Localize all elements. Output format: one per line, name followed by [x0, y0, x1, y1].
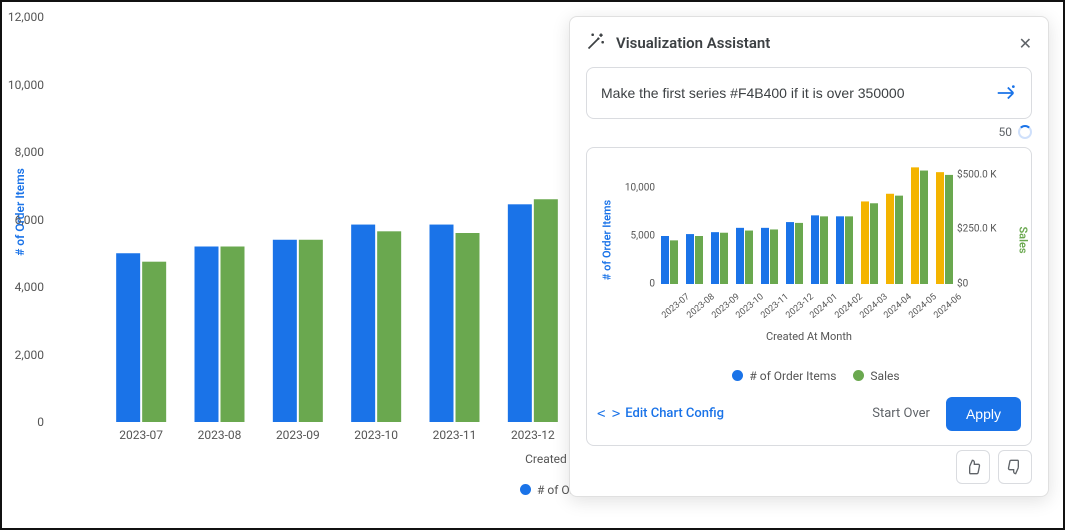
preview-plot [657, 164, 957, 284]
loading-spinner-icon [1018, 125, 1032, 139]
thumbs-up-button[interactable] [956, 450, 990, 484]
chart-preview: # of Order Items Sales 05,00010,000 $0$2… [586, 147, 1032, 446]
code-icon: < > [597, 406, 619, 422]
prompt-input[interactable] [599, 84, 981, 102]
visualization-assistant-panel: Visualization Assistant ✕ 50 # of Order … [569, 16, 1049, 497]
token-counter: 50 [999, 125, 1013, 139]
edit-chart-config-link[interactable]: < > Edit Chart Config [597, 406, 724, 422]
close-icon[interactable]: ✕ [1019, 34, 1032, 53]
send-button[interactable] [989, 78, 1023, 108]
thumbs-down-button[interactable] [998, 450, 1032, 484]
preview-y-right-label: Sales [1017, 226, 1030, 253]
preview-y-left-label: # of Order Items [601, 200, 614, 280]
apply-button[interactable]: Apply [946, 397, 1021, 431]
panel-title: Visualization Assistant [616, 34, 1009, 52]
preview-legend: # of Order Items Sales [597, 368, 1021, 383]
preview-x-label: Created At Month [597, 330, 1021, 343]
start-over-button[interactable]: Start Over [872, 406, 930, 421]
magic-wand-icon [586, 31, 606, 55]
prompt-input-row [586, 67, 1032, 119]
